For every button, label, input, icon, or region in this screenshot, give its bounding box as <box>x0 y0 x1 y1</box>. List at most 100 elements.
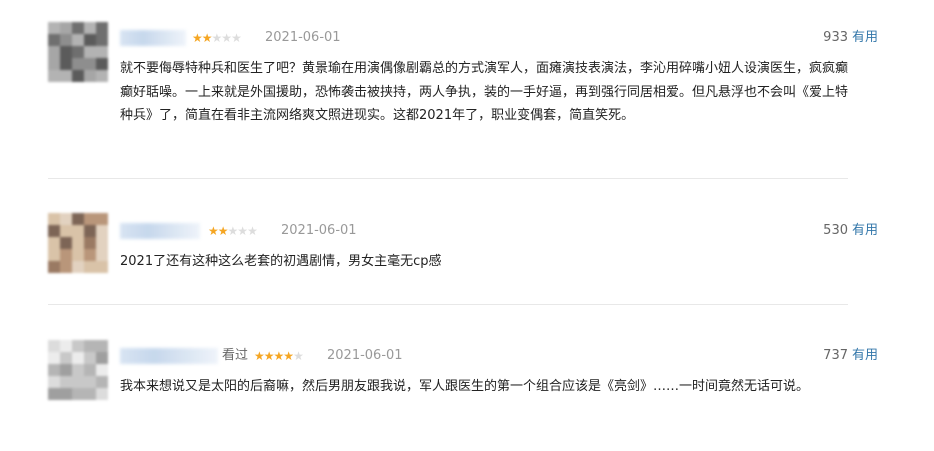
avatar-pixel <box>48 352 60 364</box>
star-empty-icon: ★ <box>293 349 304 363</box>
avatar-pixel <box>60 58 72 70</box>
avatar-pixel <box>96 364 108 376</box>
star-empty-icon: ★ <box>211 31 223 45</box>
avatar-pixel <box>96 249 108 261</box>
avatar-pixel <box>48 388 60 400</box>
avatar-pixel <box>60 388 72 400</box>
avatar-pixel <box>84 22 96 34</box>
avatar-pixel <box>84 352 96 364</box>
star-empty-icon: ★ <box>231 31 242 45</box>
avatar-pixel <box>48 225 60 237</box>
avatar-pixel <box>60 225 72 237</box>
avatar-pixel <box>48 261 60 273</box>
avatar-pixel <box>48 70 60 82</box>
star-filled-icon: ★ <box>192 31 203 45</box>
avatar-pixel <box>60 340 72 352</box>
star-filled-icon: ★ <box>283 349 294 363</box>
avatar-pixel <box>72 58 84 70</box>
avatar-pixel <box>84 340 96 352</box>
avatar-pixel <box>72 376 84 388</box>
avatar-pixel <box>96 340 108 352</box>
divider <box>48 178 848 179</box>
star-filled-icon: ★ <box>263 349 275 363</box>
avatar-pixel <box>72 34 84 46</box>
avatar-pixel <box>96 46 108 58</box>
star-filled-icon: ★ <box>201 31 213 45</box>
review-content: 就不要侮辱特种兵和医生了吧？黄景瑜在用演偶像剧霸总的方式演军人，面瘫演技表演法，… <box>120 61 849 123</box>
star-empty-icon: ★ <box>221 31 232 45</box>
review-date: 2021-06-01 <box>265 30 341 45</box>
avatar-pixel <box>48 58 60 70</box>
avatar-pixel <box>48 34 60 46</box>
star-empty-icon: ★ <box>247 224 258 238</box>
avatar-pixel <box>48 340 60 352</box>
avatar-pixel <box>48 376 60 388</box>
star-filled-icon: ★ <box>217 224 229 238</box>
avatar-pixel <box>96 70 108 82</box>
avatar-pixel <box>72 261 84 273</box>
useful-button[interactable]: 有用 <box>852 223 878 239</box>
avatar-pixel <box>96 388 108 400</box>
avatar-pixel <box>96 58 108 70</box>
avatar-pixel <box>60 352 72 364</box>
avatar-pixel <box>60 46 72 58</box>
watch-status: 看过 <box>222 348 249 363</box>
avatar-pixel <box>48 364 60 376</box>
avatar-pixel <box>48 213 60 225</box>
avatar-pixel <box>84 364 96 376</box>
avatar-pixel <box>60 237 72 249</box>
username-link[interactable] <box>120 223 200 239</box>
avatar-pixel <box>60 213 72 225</box>
avatar-pixel <box>96 225 108 237</box>
avatar-pixel <box>96 261 108 273</box>
useful-button[interactable]: 有用 <box>852 30 878 46</box>
avatar-pixel <box>60 22 72 34</box>
avatar-pixel <box>96 22 108 34</box>
avatar-pixel <box>48 46 60 58</box>
avatar-pixel <box>60 70 72 82</box>
avatar-pixel <box>84 213 96 225</box>
review-content: 2021了还有这种这么老套的初遇剧情，男女主毫无cp感 <box>120 254 442 269</box>
avatar-pixel <box>60 364 72 376</box>
avatar-pixel <box>72 340 84 352</box>
review-date: 2021-06-01 <box>327 348 403 363</box>
avatar[interactable] <box>48 340 108 400</box>
avatar-pixel <box>48 249 60 261</box>
avatar-pixel <box>84 225 96 237</box>
avatar-pixel <box>72 237 84 249</box>
avatar-pixel <box>84 261 96 273</box>
avatar-pixel <box>72 352 84 364</box>
username-link[interactable] <box>120 30 186 46</box>
avatar-pixel <box>96 237 108 249</box>
avatar-pixel <box>60 261 72 273</box>
avatar-pixel <box>84 388 96 400</box>
review-content: 我本来想说又是太阳的后裔嘛，然后男朋友跟我说，军人跟医生的第一个组合应该是《亮剑… <box>120 379 810 394</box>
avatar-pixel <box>72 22 84 34</box>
avatar-pixel <box>72 249 84 261</box>
star-filled-icon: ★ <box>273 349 285 363</box>
rating-stars: ★★★★★ <box>192 30 242 46</box>
useful-button[interactable]: 有用 <box>852 348 878 364</box>
avatar-pixel <box>96 376 108 388</box>
star-filled-icon: ★ <box>208 224 219 238</box>
vote-count: 737 <box>823 348 848 363</box>
star-empty-icon: ★ <box>237 224 248 238</box>
avatar-pixel <box>72 46 84 58</box>
avatar-pixel <box>60 376 72 388</box>
vote-count: 530 <box>823 223 848 238</box>
avatar-pixel <box>84 46 96 58</box>
avatar[interactable] <box>48 22 108 82</box>
avatar-pixel <box>72 213 84 225</box>
review-date: 2021-06-01 <box>281 223 357 238</box>
avatar-pixel <box>84 376 96 388</box>
avatar-pixel <box>84 34 96 46</box>
avatar-pixel <box>96 34 108 46</box>
avatar-pixel <box>96 352 108 364</box>
avatar-pixel <box>96 213 108 225</box>
avatar-pixel <box>84 58 96 70</box>
username-link[interactable] <box>120 348 218 364</box>
avatar-pixel <box>72 388 84 400</box>
avatar[interactable] <box>48 213 108 273</box>
avatar-pixel <box>84 70 96 82</box>
avatar-pixel <box>48 22 60 34</box>
